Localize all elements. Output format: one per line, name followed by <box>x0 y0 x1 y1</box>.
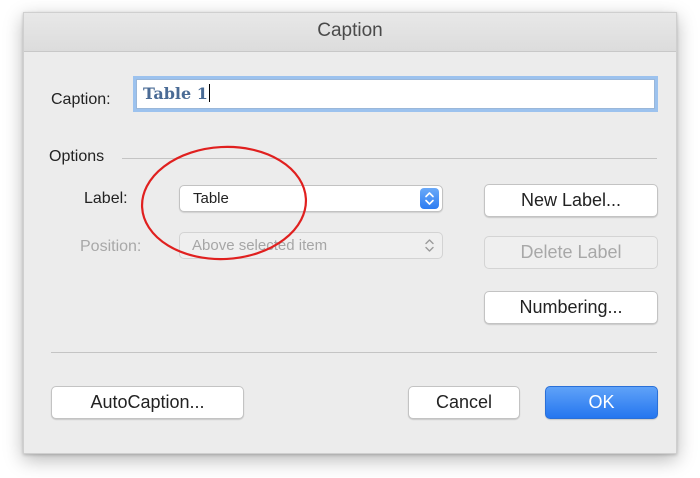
delete-label-button: Delete Label <box>484 236 658 269</box>
screenshot-stage: Caption Caption: Table 1 Options Label: … <box>0 0 700 478</box>
footer-divider <box>51 352 657 353</box>
position-field-label: Position: <box>80 238 142 255</box>
label-select[interactable]: Table <box>179 185 443 212</box>
options-section-label: Options <box>49 148 105 165</box>
text-caret <box>208 84 210 102</box>
updown-chevron-icon <box>420 235 439 256</box>
autocaption-button[interactable]: AutoCaption... <box>51 386 244 419</box>
position-select-value: Above selected item <box>192 237 328 254</box>
updown-chevron-icon[interactable] <box>420 188 439 209</box>
cancel-button[interactable]: Cancel <box>408 386 520 419</box>
caption-field-label: Caption: <box>51 91 111 108</box>
title-bar[interactable]: Caption <box>24 13 676 52</box>
ok-button[interactable]: OK <box>545 386 658 419</box>
position-select: Above selected item <box>179 232 443 259</box>
dialog-title: Caption <box>317 20 383 41</box>
label-field-label: Label: <box>84 190 128 207</box>
label-select-value: Table <box>193 190 229 207</box>
caption-dialog: Caption Caption: Table 1 Options Label: … <box>23 12 677 454</box>
caption-input[interactable]: Table 1 <box>136 79 655 109</box>
options-divider <box>122 158 657 159</box>
caption-input-value: Table 1 <box>143 84 208 103</box>
numbering-button[interactable]: Numbering... <box>484 291 658 324</box>
new-label-button[interactable]: New Label... <box>484 184 658 217</box>
